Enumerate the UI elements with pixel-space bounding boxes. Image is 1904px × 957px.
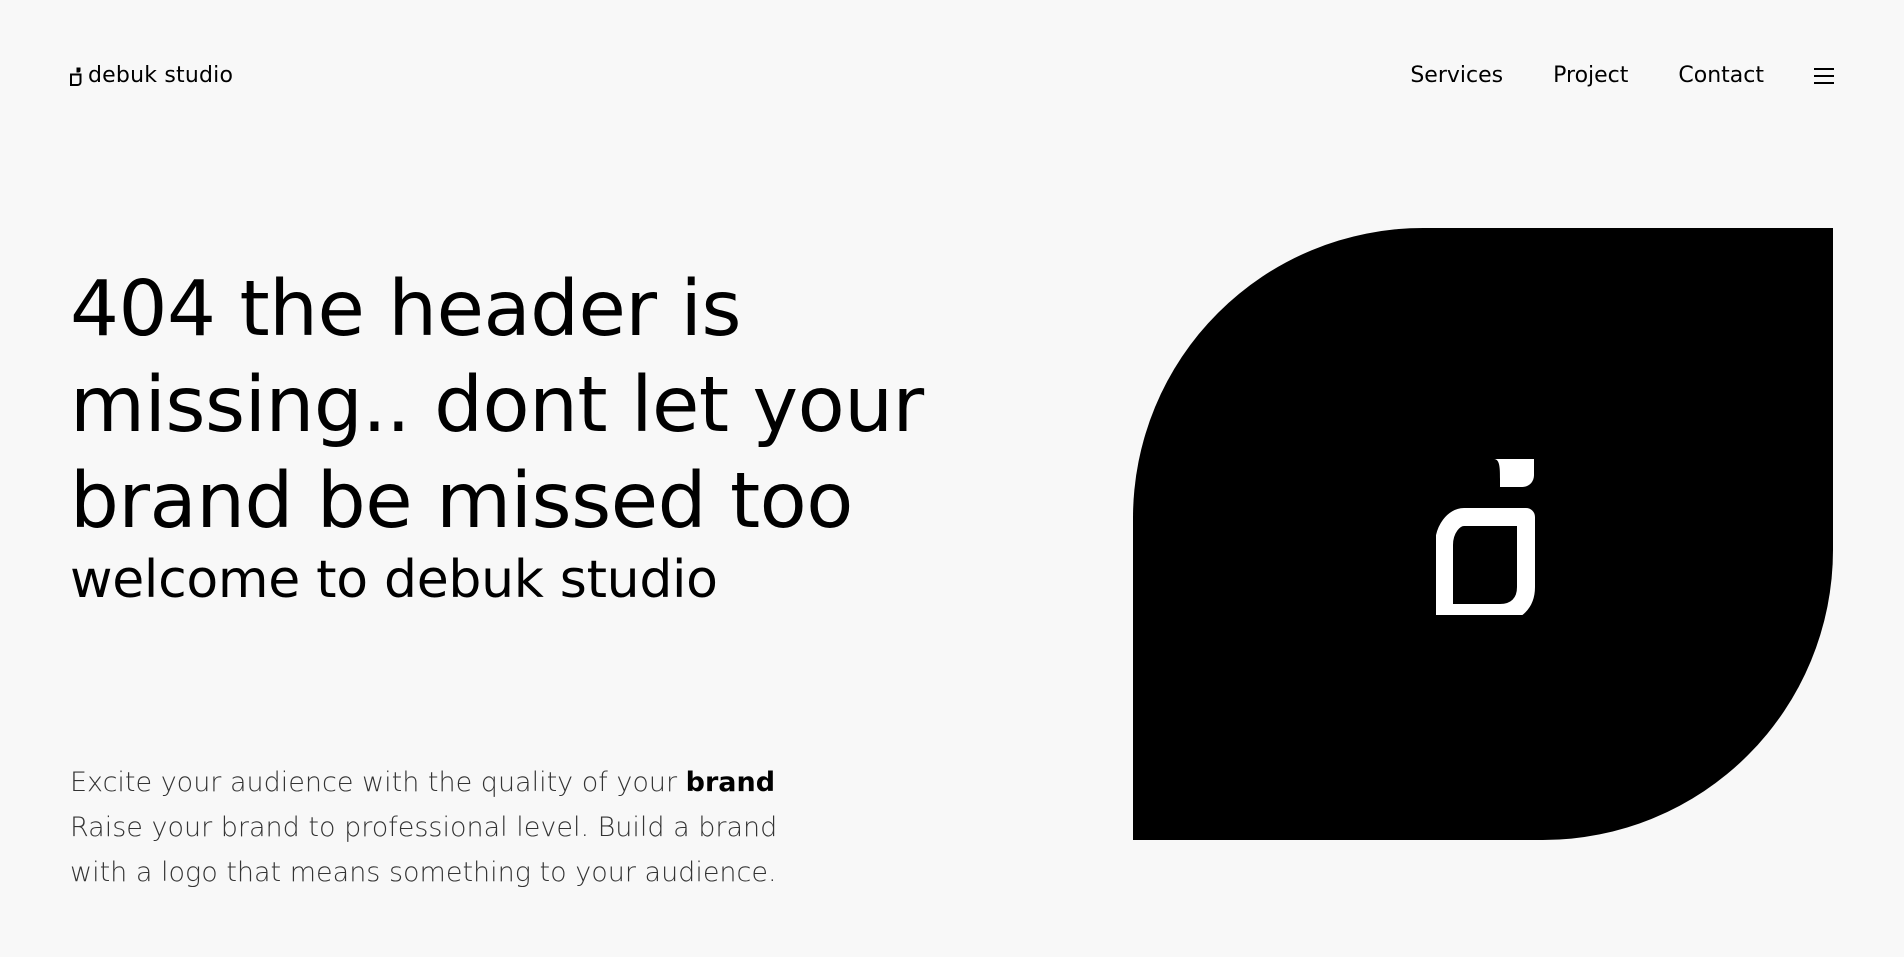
nav-link-services[interactable]: Services [1410,62,1503,90]
hamburger-menu-icon[interactable] [1814,66,1834,86]
brand-name: debuk studio [88,63,234,88]
menu-bar [1814,75,1834,77]
hero-subtitle: welcome to debuk studio [70,550,718,610]
brand-logo-link[interactable]: debuk studio [70,62,233,90]
debuk-logo-icon [70,67,82,86]
hero-title-line: 404 the header is [70,265,742,354]
nav-link-contact[interactable]: Contact [1678,62,1764,90]
nav-link-project[interactable]: Project [1553,62,1628,90]
hero-description: Excite your audience with the quality of… [70,760,790,895]
menu-bar [1814,82,1834,84]
hero-title: 404 the header is missing.. dont let you… [70,262,930,550]
hero-title-line: brand be missed too [70,457,853,546]
description-line: with a logo that means something to your… [70,857,777,888]
description-emphasis: brand [685,767,776,798]
debuk-logo-icon [1436,459,1535,615]
description-line: Excite your audience with the quality of… [70,760,790,805]
leaf-shape-visual [1133,228,1833,840]
hero-title-line: missing.. dont let your [70,361,924,450]
description-text: Excite your audience with the quality of… [70,767,686,798]
page: debuk studio Services Project Contact 40… [0,0,1904,957]
main-nav: Services Project Contact [1410,62,1834,90]
description-line: Raise your brand to professional level. … [70,812,778,843]
menu-bar [1814,68,1834,70]
